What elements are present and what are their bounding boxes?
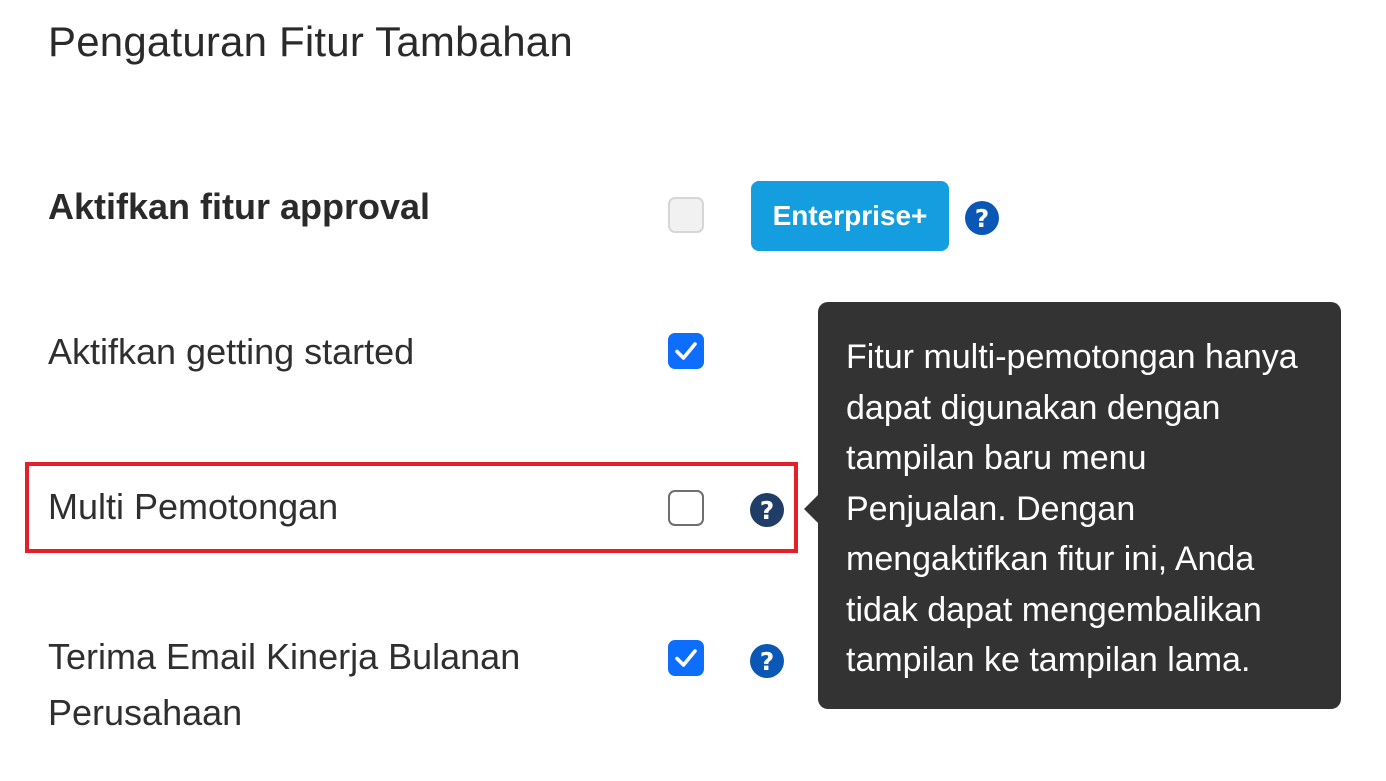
email-kinerja-setting-label-line1: Terima Email Kinerja Bulanan [48, 636, 521, 677]
checkmark-icon [675, 649, 697, 667]
approval-help-icon[interactable]: ? [965, 201, 999, 235]
email-kinerja-help-icon[interactable]: ? [750, 644, 784, 678]
enterprise-plus-badge: Enterprise+ [751, 181, 949, 251]
page-title: Pengaturan Fitur Tambahan [48, 18, 573, 65]
multi-pemotongan-checkbox[interactable] [668, 490, 704, 526]
email-kinerja-checkbox[interactable] [668, 640, 704, 676]
approval-checkbox[interactable] [668, 197, 704, 233]
tooltip-arrow [804, 495, 818, 523]
multi-pemotongan-tooltip: Fitur multi-pemotongan hanya dapat digun… [818, 302, 1341, 709]
getting-started-checkbox[interactable] [668, 333, 704, 369]
approval-setting-label: Aktifkan fitur approval [48, 186, 431, 227]
multi-pemotongan-setting-label: Multi Pemotongan [48, 486, 339, 527]
email-kinerja-setting-label-line2: Perusahaan [48, 692, 243, 733]
getting-started-setting-label: Aktifkan getting started [48, 331, 415, 372]
multi-pemotongan-help-icon[interactable]: ? [750, 493, 784, 527]
settings-page: Pengaturan Fitur Tambahan Aktifkan fitur… [0, 0, 1386, 781]
checkmark-icon [675, 342, 697, 360]
